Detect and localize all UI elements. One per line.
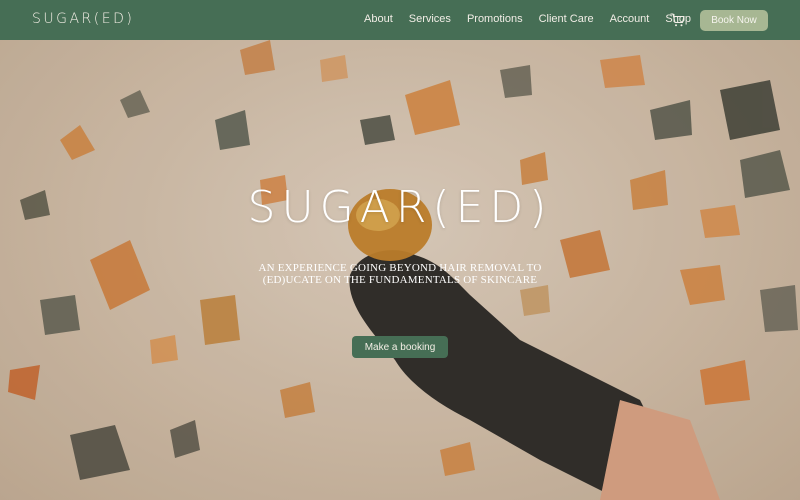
hero-section: SUGAR(ED) AN EXPERIENCE GOING BEYOND HAI… bbox=[0, 40, 800, 500]
hero-tagline-line-2: (ED)UCATE ON THE FUNDAMENTALS OF SKINCAR… bbox=[262, 274, 538, 286]
nav-account[interactable]: Account bbox=[610, 13, 650, 25]
nav-services[interactable]: Services bbox=[409, 13, 451, 25]
nav-promotions[interactable]: Promotions bbox=[467, 13, 523, 25]
make-a-booking-button[interactable]: Make a booking bbox=[352, 336, 448, 358]
hero-tagline: AN EXPERIENCE GOING BEYOND HAIR REMOVAL … bbox=[0, 262, 800, 286]
main-nav: About Services Promotions Client Care Ac… bbox=[364, 13, 707, 25]
book-now-button[interactable]: Book Now bbox=[700, 10, 768, 31]
site-logo[interactable]: SUGAR(ED) bbox=[32, 11, 134, 27]
hero-title: SUGAR(ED) bbox=[247, 182, 553, 233]
nav-client-care[interactable]: Client Care bbox=[539, 13, 594, 25]
top-navigation-bar: SUGAR(ED) About Services Promotions Clie… bbox=[0, 0, 800, 40]
cart-icon[interactable] bbox=[670, 13, 685, 27]
hero-tagline-line-1: AN EXPERIENCE GOING BEYOND HAIR REMOVAL … bbox=[258, 262, 542, 274]
nav-about[interactable]: About bbox=[364, 13, 393, 25]
